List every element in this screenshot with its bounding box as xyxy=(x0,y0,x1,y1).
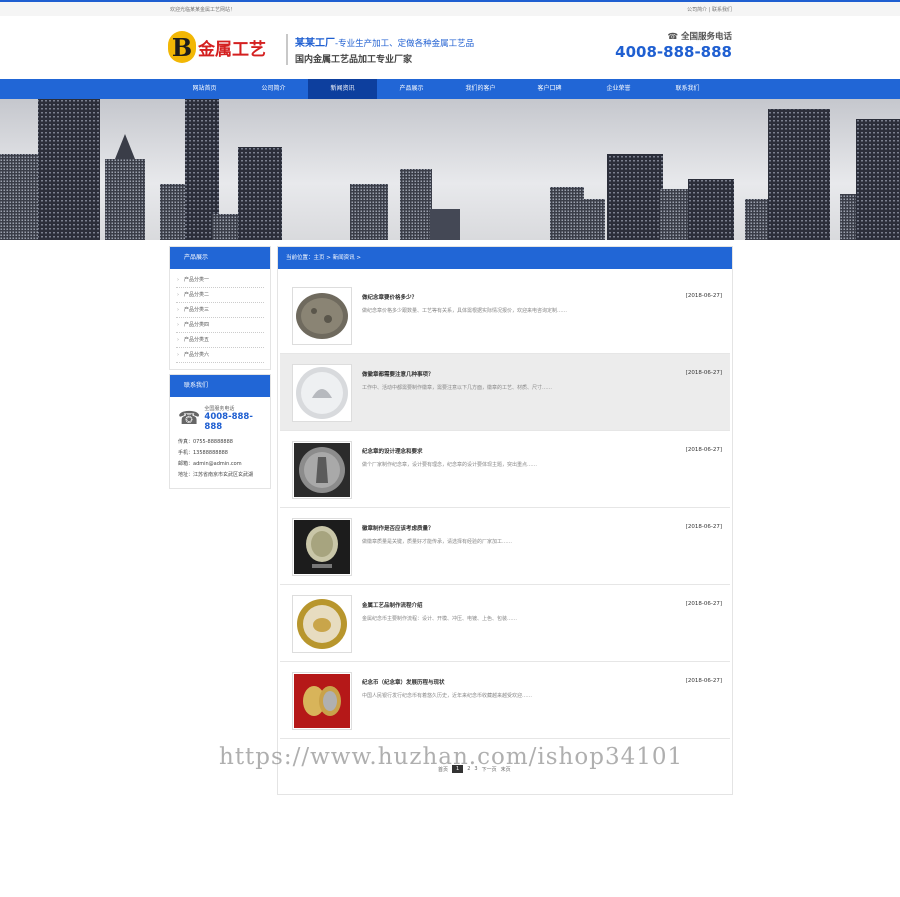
nav-clients[interactable]: 我们的客户 xyxy=(446,79,515,99)
nav-honors[interactable]: 企业荣誉 xyxy=(584,79,653,99)
contact-label: 全国服务电话 xyxy=(204,406,235,412)
product-category[interactable]: 产品分类四 xyxy=(176,318,264,333)
news-date: [2018-06-27] xyxy=(685,447,722,453)
news-title[interactable]: 纪念币（纪念章）发展历程与现状 xyxy=(362,678,445,686)
nav-about[interactable]: 公司简介 xyxy=(239,79,308,99)
company-name: 某某工厂 xyxy=(295,38,335,49)
news-panel: 当前位置：主页 > 新闻资讯 > 做纪念章要价格多少？ [2018-06-27]… xyxy=(277,246,733,795)
news-item[interactable]: 纪念币（纪念章）发展历程与现状 [2018-06-27] 中国人民银行发行纪念币… xyxy=(280,662,730,739)
watermark-text: https://www.huzhan.com/ishop34101 xyxy=(219,744,684,770)
news-item[interactable]: 金属工艺品制作流程介绍 [2018-06-27] 金属纪念币主要制作流程：设计、… xyxy=(280,585,730,662)
news-thumbnail[interactable] xyxy=(292,595,352,653)
nav-home[interactable]: 网站首页 xyxy=(170,79,239,99)
news-date: [2018-06-27] xyxy=(685,678,722,684)
news-item[interactable]: 做徽章都需要注意几种事项？ [2018-06-27] 工作中、活动中都需要制作徽… xyxy=(280,354,730,431)
news-title[interactable]: 徽章制作是否应该考虑质量？ xyxy=(362,524,434,532)
contact-email: 邮箱：admin@admin.com xyxy=(178,461,242,467)
news-summary: 金属纪念币主要制作流程：设计、开模、冲压、电镀、上色、包装…… xyxy=(362,616,518,622)
news-summary: 做个厂家制作纪念章，设计要有理念，纪念章的设计要体现主题，突出重点…… xyxy=(362,462,538,468)
news-thumbnail[interactable] xyxy=(292,364,352,422)
contact-number: 4008-888-888 xyxy=(204,412,253,432)
product-category[interactable]: 产品分类五 xyxy=(176,333,264,348)
logo-mark: B xyxy=(168,31,196,63)
nav-reputation[interactable]: 客户口碑 xyxy=(515,79,584,99)
nav-products[interactable]: 产品展示 xyxy=(377,79,446,99)
contact-fax: 传真：0755-88888888 xyxy=(178,439,233,445)
top-bar: 欢迎光临某某金属工艺网站！ 公司简介 | 联系我们 xyxy=(0,0,900,16)
news-thumbnail[interactable] xyxy=(292,287,352,345)
banner-cityscape xyxy=(0,99,900,240)
slogan: 某某工厂-专业生产加工、定做各种金属工艺品 国内金属工艺品加工专业厂家 xyxy=(286,34,474,65)
slogan-line1: -专业生产加工、定做各种金属工艺品 xyxy=(335,39,475,49)
main-nav: 网站首页 公司简介 新闻资讯 产品展示 我们的客户 客户口碑 企业荣誉 联系我们 xyxy=(0,79,900,100)
news-summary: 做纪念章价格多少跟数量、工艺等有关系，具体需根据实际情况报价，欢迎来电咨询定制…… xyxy=(362,308,568,314)
slogan-line2: 国内金属工艺品加工专业厂家 xyxy=(295,55,413,65)
contact-address: 地址：江苏省南京市玄武区玄武湖 xyxy=(178,472,254,478)
news-date: [2018-06-27] xyxy=(685,601,722,607)
nav-news[interactable]: 新闻资讯 xyxy=(308,79,377,99)
nav-contact[interactable]: 联系我们 xyxy=(653,79,722,99)
top-links[interactable]: 公司简介 | 联系我们 xyxy=(687,6,732,13)
contact-box-title: 联系我们 xyxy=(170,375,270,397)
news-date: [2018-06-27] xyxy=(685,293,722,299)
product-box-title: 产品展示 xyxy=(170,247,270,269)
news-title[interactable]: 做徽章都需要注意几种事项？ xyxy=(362,370,434,378)
news-summary: 中国人民银行发行纪念币有着悠久历史，近年来纪念币收藏越来越受欢迎…… xyxy=(362,693,533,699)
news-date: [2018-06-27] xyxy=(685,524,722,530)
news-item[interactable]: 徽章制作是否应该考虑质量？ [2018-06-27] 做徽章质量是关键，质量好才… xyxy=(280,508,730,585)
breadcrumb: 当前位置：主页 > 新闻资讯 > xyxy=(278,247,732,269)
contact-mobile: 手机：13588888888 xyxy=(178,450,228,456)
hotline: ☎ 全国服务电话 4008-888-888 xyxy=(615,30,732,61)
product-box: 产品展示 产品分类一 产品分类二 产品分类三 产品分类四 产品分类五 产品分类六 xyxy=(169,246,271,370)
product-category[interactable]: 产品分类一 xyxy=(176,273,264,288)
welcome-text: 欢迎光临某某金属工艺网站！ xyxy=(170,7,236,13)
product-category[interactable]: 产品分类六 xyxy=(176,348,264,363)
hotline-label: 全国服务电话 xyxy=(680,32,732,42)
news-item[interactable]: 纪念章的设计理念和要求 [2018-06-27] 做个厂家制作纪念章，设计要有理… xyxy=(280,431,730,508)
news-thumbnail[interactable] xyxy=(292,672,352,730)
contact-box: 联系我们 ☎ 全国服务电话 4008-888-888 传真：0755-88888… xyxy=(169,374,271,489)
logo-text: 金属工艺 xyxy=(198,39,266,60)
product-category[interactable]: 产品分类三 xyxy=(176,303,264,318)
news-date: [2018-06-27] xyxy=(685,370,722,376)
sidebar: 产品展示 产品分类一 产品分类二 产品分类三 产品分类四 产品分类五 产品分类六… xyxy=(169,246,271,493)
news-title[interactable]: 纪念章的设计理念和要求 xyxy=(362,447,423,455)
news-thumbnail[interactable] xyxy=(292,441,352,499)
hotline-number: 4008-888-888 xyxy=(615,43,732,61)
phone-icon: ☎ xyxy=(667,32,681,42)
news-title[interactable]: 金属工艺品制作流程介绍 xyxy=(362,601,423,609)
header: B 金属工艺 某某工厂-专业生产加工、定做各种金属工艺品 国内金属工艺品加工专业… xyxy=(0,16,900,78)
news-summary: 做徽章质量是关键，质量好才能传承，请选择有经验的厂家加工…… xyxy=(362,539,513,545)
city-skyline-image xyxy=(0,99,900,240)
news-title[interactable]: 做纪念章要价格多少？ xyxy=(362,293,417,301)
logo[interactable]: B 金属工艺 xyxy=(168,30,266,64)
telephone-icon: ☎ xyxy=(178,408,201,429)
news-thumbnail[interactable] xyxy=(292,518,352,576)
news-item[interactable]: 做纪念章要价格多少？ [2018-06-27] 做纪念章价格多少跟数量、工艺等有… xyxy=(280,277,730,354)
product-category[interactable]: 产品分类二 xyxy=(176,288,264,303)
news-summary: 工作中、活动中都需要制作徽章，需要注意以下几方面，徽章的工艺、材质、尺寸…… xyxy=(362,385,553,391)
